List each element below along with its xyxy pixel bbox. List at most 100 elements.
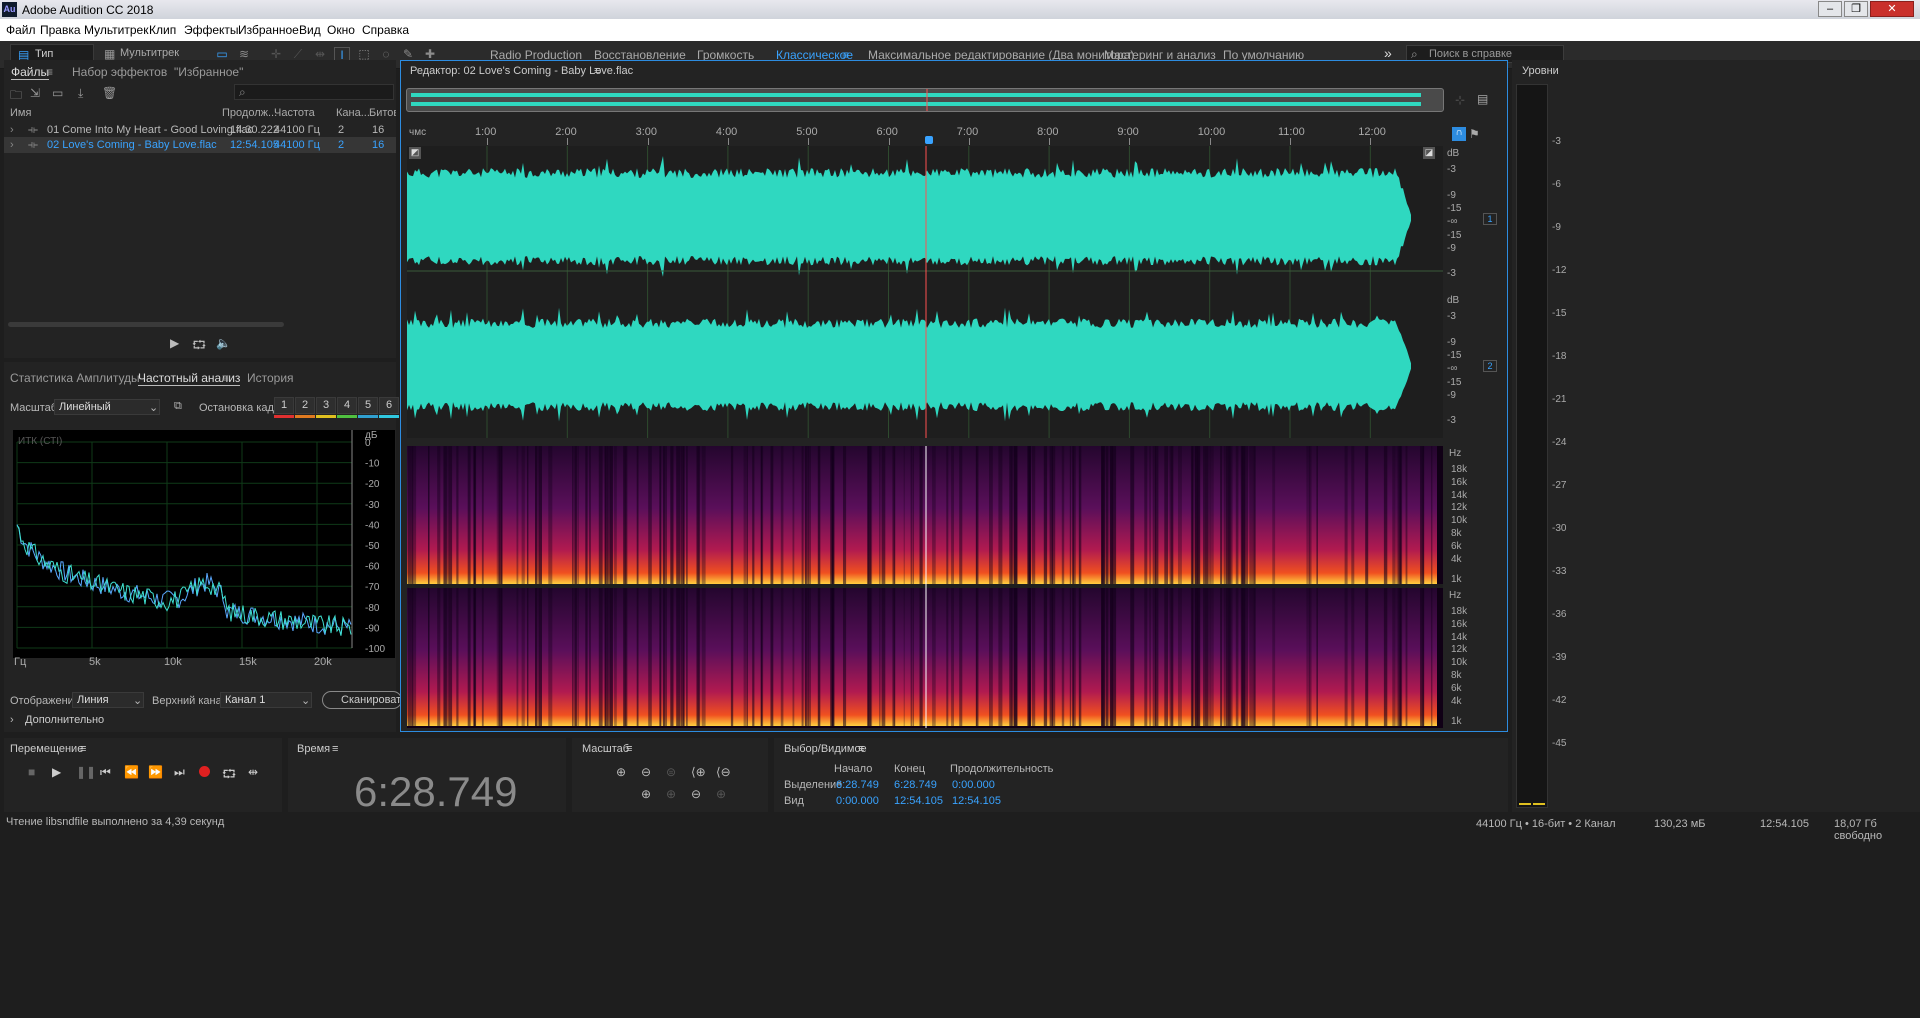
- timeline-ruler[interactable]: чмс 1:00 2:00 3:00 4:00 5:00 6:00 7:00 8:00 9:00…: [407, 123, 1443, 145]
- loop-icon[interactable]: ⮔: [222, 765, 236, 786]
- play-icon[interactable]: ▶: [52, 765, 61, 779]
- insert-icon[interactable]: ⤓: [78, 86, 83, 101]
- skip-start-icon[interactable]: ⏮: [100, 765, 111, 780]
- zoom-in-left-icon[interactable]: ⊕: [666, 787, 676, 801]
- view-duration[interactable]: 12:54.105: [952, 795, 1001, 807]
- view-end[interactable]: 12:54.105: [894, 795, 943, 807]
- selection-end[interactable]: 6:28.749: [894, 779, 937, 791]
- file-row-selected[interactable]: › ⟛ 02 Love's Coming - Baby Love.flac 12…: [4, 137, 396, 153]
- zoom-reset-icon[interactable]: ⊜: [666, 765, 676, 779]
- channel-toggle-button[interactable]: 2: [1483, 360, 1497, 372]
- freeze-button-4[interactable]: 4: [337, 397, 357, 414]
- snap-icon[interactable]: ∩: [1452, 127, 1466, 141]
- scan-button[interactable]: Сканировать: [322, 691, 402, 709]
- files-scrollbar[interactable]: [8, 322, 284, 327]
- transport-menu-icon[interactable]: ≡: [80, 743, 86, 755]
- expand-icon[interactable]: ›: [10, 124, 14, 136]
- stop-icon[interactable]: ■: [28, 765, 35, 779]
- more-label[interactable]: Дополнительно: [25, 714, 104, 726]
- more-workspaces-icon[interactable]: »: [1384, 45, 1392, 61]
- zoom-out-time-icon[interactable]: ⟨⊖: [716, 765, 731, 779]
- delete-icon[interactable]: 🗑: [102, 86, 117, 100]
- col-rate[interactable]: Частота: [274, 107, 315, 119]
- new-file-icon[interactable]: ▭: [52, 86, 63, 100]
- freeze-button-3[interactable]: 3: [316, 397, 336, 414]
- marquee-tool-icon[interactable]: ⬚: [356, 47, 372, 61]
- import-file-icon[interactable]: ⇲: [30, 86, 40, 100]
- razor-tool-icon[interactable]: ⟋: [290, 47, 306, 61]
- selection-start[interactable]: 6:28.749: [836, 779, 879, 791]
- panel-toggle-icon[interactable]: ▤: [1477, 92, 1488, 106]
- spectral-view-icon[interactable]: ≋: [236, 47, 252, 61]
- move-tool-icon[interactable]: ✛: [268, 47, 284, 61]
- frequency-menu-icon[interactable]: ≡: [222, 371, 229, 385]
- selection-menu-icon[interactable]: ≡: [858, 743, 864, 755]
- time-selection-tool-icon[interactable]: I: [334, 47, 350, 62]
- slip-tool-icon[interactable]: ⇹: [312, 47, 328, 61]
- spot-healing-tool-icon[interactable]: ✚: [422, 47, 438, 61]
- close-button[interactable]: ✕: [1870, 1, 1914, 17]
- minimize-button[interactable]: –: [1818, 1, 1842, 17]
- channel-select[interactable]: Канал 1 ⌄: [220, 692, 312, 708]
- tab-amplitude-stats[interactable]: Статистика Амплитуды: [10, 371, 140, 385]
- menu-multitrack[interactable]: Мультитрек: [84, 23, 148, 37]
- menu-window[interactable]: Окно: [327, 23, 355, 37]
- lasso-tool-icon[interactable]: ◌: [378, 47, 394, 61]
- selection-duration[interactable]: 0:00.000: [952, 779, 995, 791]
- scale-select[interactable]: Линейный ⌄: [54, 399, 160, 415]
- files-menu-icon[interactable]: ≡: [46, 65, 53, 79]
- record-icon[interactable]: [199, 766, 210, 777]
- editor-menu-icon[interactable]: ≡: [594, 65, 600, 77]
- spectrogram-area[interactable]: [407, 446, 1443, 728]
- zoom-in-time-icon[interactable]: ⟨⊕: [691, 765, 706, 779]
- display-select[interactable]: Линия ⌄: [72, 692, 144, 708]
- files-filter-input[interactable]: ⌕: [234, 84, 394, 100]
- zoom-out-amplitude-icon[interactable]: ⊖: [641, 765, 651, 779]
- menu-file[interactable]: Файл: [6, 23, 36, 37]
- expand-icon[interactable]: ›: [10, 139, 14, 151]
- menu-help[interactable]: Справка: [362, 23, 409, 37]
- col-duration[interactable]: Продолж...: [222, 107, 277, 119]
- skip-end-icon[interactable]: ⏭: [174, 765, 185, 780]
- zoom-menu-icon[interactable]: ≡: [626, 743, 632, 755]
- tab-favorites[interactable]: "Избранное": [174, 65, 243, 79]
- expand-more-icon[interactable]: ›: [10, 714, 14, 726]
- menu-edit[interactable]: Правка: [40, 23, 81, 37]
- zoom-full-icon[interactable]: ⊖: [691, 787, 701, 801]
- time-menu-icon[interactable]: ≡: [332, 743, 338, 755]
- menu-effects[interactable]: Эффекты: [184, 23, 239, 37]
- freeze-button-1[interactable]: 1: [274, 397, 294, 414]
- tab-files[interactable]: Файлы: [11, 65, 50, 80]
- playhead-handle[interactable]: [925, 136, 933, 144]
- overview-bar[interactable]: [406, 88, 1444, 112]
- col-name[interactable]: Имя: [10, 107, 31, 119]
- view-start[interactable]: 0:00.000: [836, 795, 879, 807]
- zoom-in-amplitude-icon[interactable]: ⊕: [616, 765, 626, 779]
- channel-toggle-button[interactable]: 1: [1483, 213, 1497, 225]
- zoom-in-right-icon[interactable]: ⊕: [716, 787, 726, 801]
- pause-icon[interactable]: ❚❚: [76, 765, 96, 779]
- rewind-icon[interactable]: ⏪: [124, 765, 139, 779]
- tab-effects-rack[interactable]: Набор эффектов: [72, 65, 167, 79]
- col-channels[interactable]: Кана...: [336, 107, 370, 119]
- file-row[interactable]: › ⟛ 01 Come Into My Heart - Good Loving.…: [4, 122, 396, 138]
- freeze-button-2[interactable]: 2: [295, 397, 315, 414]
- skip-selection-icon[interactable]: ⇹: [248, 765, 258, 779]
- autoplay-icon[interactable]: 🔈: [216, 336, 231, 350]
- maximize-button[interactable]: ❐: [1844, 1, 1868, 17]
- fade-in-handle[interactable]: ◩: [409, 147, 421, 159]
- freeze-button-6[interactable]: 6: [379, 397, 399, 414]
- menu-clip[interactable]: Клип: [149, 23, 176, 37]
- freeze-icon[interactable]: ⧉: [174, 400, 182, 413]
- zoom-selection-icon[interactable]: ⊕: [641, 787, 651, 801]
- fade-out-handle[interactable]: ◪: [1423, 147, 1435, 159]
- loop-preview-icon[interactable]: ⮔: [192, 336, 206, 357]
- play-preview-icon[interactable]: ▶: [170, 336, 179, 350]
- open-file-icon[interactable]: 🗀: [10, 86, 22, 107]
- zoom-nav-icon[interactable]: ⊹: [1455, 93, 1465, 107]
- freeze-button-5[interactable]: 5: [358, 397, 378, 414]
- waveform-area[interactable]: ◩ ◪: [407, 146, 1443, 438]
- tab-history[interactable]: История: [247, 371, 294, 385]
- marker-icon[interactable]: ⚑: [1469, 127, 1480, 141]
- brush-tool-icon[interactable]: ✎: [400, 47, 416, 61]
